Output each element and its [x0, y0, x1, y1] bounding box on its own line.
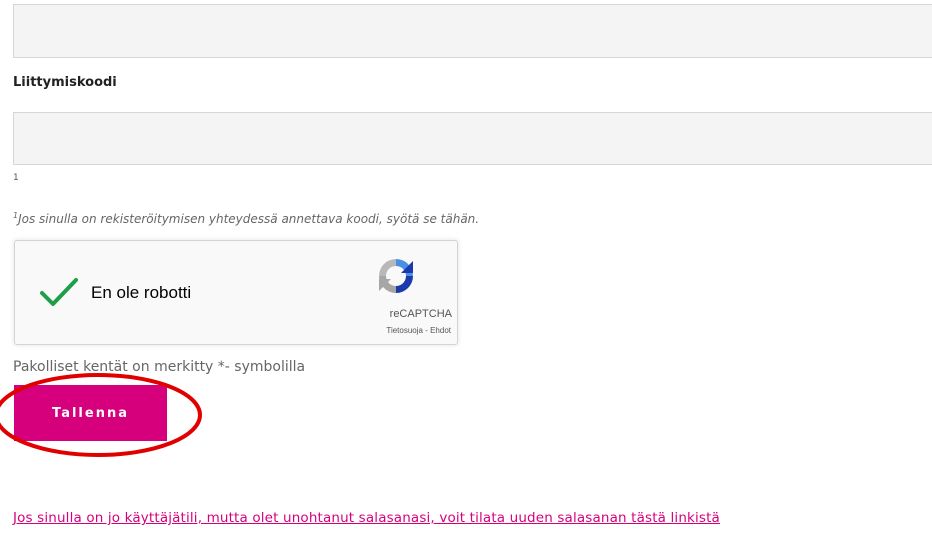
save-button[interactable]: Tallenna	[14, 385, 167, 441]
required-fields-note: Pakolliset kentät on merkitty *- symboli…	[13, 359, 306, 375]
recaptcha-privacy-terms-links[interactable]: Tietosuoja - Ehdot	[331, 326, 451, 335]
recaptcha-logo-icon	[379, 259, 413, 293]
registration-form-page: Liittymiskoodi 1 1Jos sinulla on rekiste…	[0, 0, 932, 534]
join-code-input[interactable]	[13, 112, 932, 165]
hint-text: Jos sinulla on rekisteröitymisen yhteyde…	[18, 212, 480, 226]
recaptcha-brand: reCAPTCHA	[389, 308, 452, 320]
previous-input-field[interactable]	[13, 4, 932, 58]
join-code-label: Liittymiskoodi	[13, 75, 117, 90]
recaptcha-label[interactable]: En ole robotti	[91, 283, 191, 303]
checkmark-icon[interactable]	[39, 277, 79, 307]
recaptcha-widget: En ole robotti reCAPTCHA Tietosuoja - Eh…	[14, 240, 458, 345]
forgot-password-link[interactable]: Jos sinulla on jo käyttäjätili, mutta ol…	[13, 510, 720, 526]
join-code-hint: 1Jos sinulla on rekisteröitymisen yhteyd…	[13, 211, 479, 226]
footnote-marker: 1	[13, 173, 19, 183]
